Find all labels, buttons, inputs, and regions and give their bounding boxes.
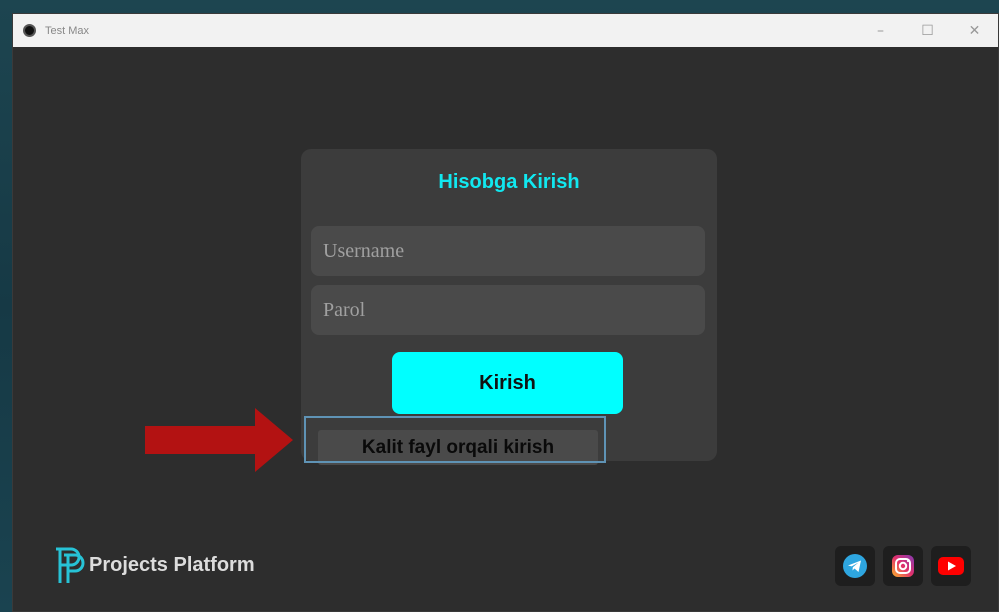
close-button[interactable]: ✕ — [951, 14, 998, 47]
minimize-button[interactable]: – — [857, 14, 904, 47]
title-bar: Test Max – ☐ ✕ — [13, 14, 998, 47]
telegram-icon — [843, 554, 867, 578]
login-title: Hisobga Kirish — [438, 171, 580, 193]
login-button[interactable]: Kirish — [392, 352, 623, 414]
instagram-link[interactable] — [883, 546, 923, 586]
window-title: Test Max — [45, 24, 90, 37]
login-card: Hisobga Kirish Kirish Kalit fayl orqali … — [301, 149, 717, 465]
app-window: Test Max – ☐ ✕ Hisobga Kirish Kirish Kal… — [12, 13, 999, 612]
brand-name: Projects Platform — [89, 553, 255, 576]
instagram-icon — [892, 555, 914, 577]
youtube-link[interactable] — [931, 546, 971, 586]
brand: Projects Platform — [51, 545, 255, 585]
youtube-icon — [938, 557, 964, 575]
maximize-button[interactable]: ☐ — [904, 14, 951, 47]
window-controls: – ☐ ✕ — [857, 14, 998, 47]
annotation-highlight-box — [304, 416, 606, 463]
password-input[interactable] — [311, 285, 705, 335]
app-icon — [23, 24, 36, 37]
annotation-arrow-icon — [145, 408, 293, 472]
social-links — [835, 546, 971, 586]
projects-platform-logo-icon — [56, 547, 85, 583]
username-input[interactable] — [311, 226, 705, 276]
telegram-link[interactable] — [835, 546, 875, 586]
